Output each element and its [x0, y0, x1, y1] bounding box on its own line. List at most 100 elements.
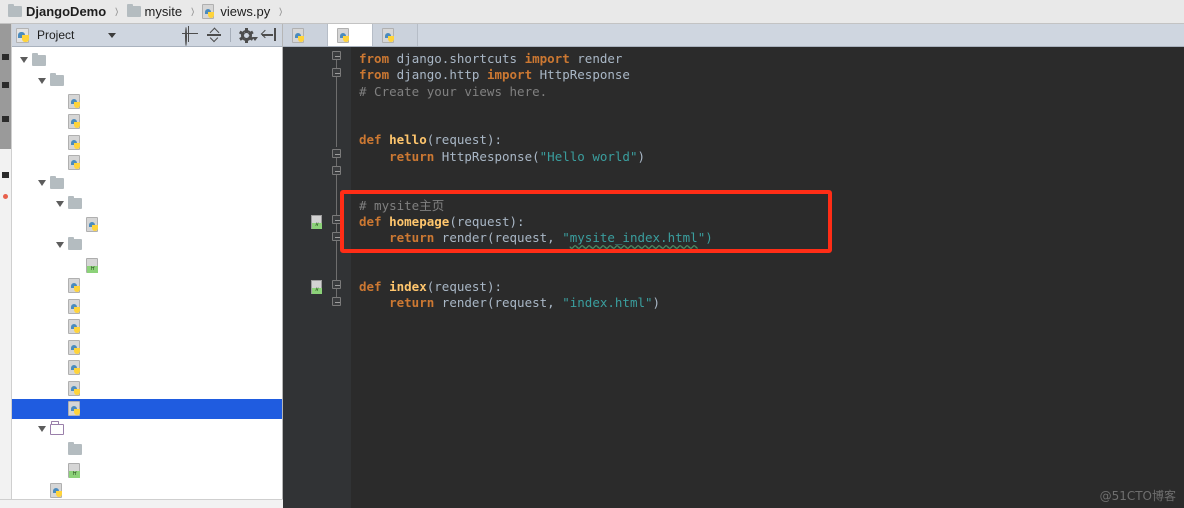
- line-number: [283, 295, 351, 311]
- code-token: django.http: [396, 67, 487, 83]
- code-line[interactable]: [351, 100, 1184, 116]
- editor-tab-urls-py[interactable]: [373, 24, 418, 46]
- twisty-expanded-icon[interactable]: [56, 241, 64, 248]
- tree-item-wsgi-py[interactable]: [12, 153, 282, 174]
- code-token: "index.html": [562, 295, 653, 311]
- line-number: [283, 312, 351, 328]
- twisty-expanded-icon[interactable]: [56, 200, 64, 207]
- folder-icon: [68, 237, 82, 251]
- tree-item-apps-py[interactable]: [12, 317, 282, 338]
- tree-item-models-py[interactable]: [12, 337, 282, 358]
- tree-item-djangodemo[interactable]: [12, 50, 282, 71]
- tree-item--init-py[interactable]: [12, 214, 282, 235]
- code-token: return: [389, 230, 442, 246]
- breadcrumb-item-mysite[interactable]: mysite: [126, 0, 182, 23]
- folder-open-icon: [50, 420, 64, 435]
- html-template-gutter-icon[interactable]: H: [311, 214, 324, 229]
- tree-item-urls-py[interactable]: [12, 378, 282, 399]
- tree-item-djangodemo[interactable]: [12, 71, 282, 92]
- code-token: def: [359, 132, 390, 148]
- line-number: [283, 230, 351, 246]
- folder-icon: [32, 52, 46, 66]
- tree-item-mysite[interactable]: [12, 173, 282, 194]
- code-line[interactable]: [351, 165, 1184, 181]
- code-token: from: [359, 51, 397, 66]
- editor-tab-bar: [283, 24, 1184, 47]
- tree-item-admin-py[interactable]: [12, 296, 282, 317]
- line-number: [283, 198, 351, 214]
- tree-item-tests-py[interactable]: [12, 358, 282, 379]
- tree-item-urls-py[interactable]: [12, 132, 282, 153]
- editor-gutter[interactable]: HH: [283, 47, 351, 508]
- code-line[interactable]: def hello(request):: [351, 132, 1184, 148]
- project-icon: [16, 27, 31, 43]
- tree-item-mysite-index-html[interactable]: H: [12, 255, 282, 276]
- strip-marker: [2, 54, 9, 60]
- tab-bar-filler: [418, 24, 1184, 46]
- line-number: [283, 149, 351, 165]
- tree-item-settings-py[interactable]: [12, 112, 282, 133]
- bottom-tool-strip[interactable]: [0, 499, 283, 508]
- collapse-all-icon[interactable]: [207, 28, 221, 43]
- line-number: [283, 116, 351, 132]
- line-number: [283, 132, 351, 148]
- code-line[interactable]: def homepage(request):: [351, 214, 1184, 230]
- project-tree[interactable]: HH: [12, 47, 282, 508]
- breadcrumb-label: DjangoDemo: [26, 4, 107, 19]
- tree-item-templates[interactable]: [12, 235, 282, 256]
- line-number: [283, 165, 351, 181]
- python-file-icon: [68, 360, 82, 376]
- breadcrumb-item-djangodemo[interactable]: DjangoDemo: [8, 0, 106, 23]
- strip-marker: [2, 116, 9, 122]
- editor-tab-settings-py[interactable]: [283, 24, 328, 46]
- code-line[interactable]: [351, 181, 1184, 197]
- code-line[interactable]: # mysite主页: [351, 198, 1184, 214]
- code-token: return: [389, 148, 442, 164]
- code-line[interactable]: def index(request):: [351, 279, 1184, 295]
- code-token: render: [577, 51, 623, 66]
- python-file-icon: [68, 319, 82, 335]
- python-file-icon: [68, 93, 82, 109]
- tree-item-mysitetemplates[interactable]: [12, 440, 282, 461]
- code-editor[interactable]: HH from django.shortcuts import render fr…: [283, 47, 1184, 508]
- toolbar-divider: [230, 28, 231, 42]
- html-template-gutter-icon[interactable]: H: [311, 280, 324, 295]
- code-text[interactable]: from django.shortcuts import render from …: [351, 47, 1184, 508]
- left-tool-window-strip[interactable]: [0, 24, 12, 508]
- python-file-icon: [68, 298, 82, 314]
- python-file-icon: [68, 380, 82, 396]
- line-number: H: [283, 214, 351, 230]
- code-token: # mysite主页: [359, 197, 445, 213]
- code-line[interactable]: [351, 263, 1184, 279]
- python-file-icon: [68, 134, 82, 150]
- twisty-expanded-icon[interactable]: [20, 57, 28, 64]
- tree-item--init-py[interactable]: [12, 276, 282, 297]
- code-line[interactable]: [351, 247, 1184, 263]
- tree-item-migrations[interactable]: [12, 194, 282, 215]
- twisty-expanded-icon[interactable]: [38, 77, 46, 84]
- hide-panel-icon[interactable]: [260, 28, 276, 42]
- code-line[interactable]: from django.shortcuts import render: [351, 51, 1184, 67]
- locate-file-icon[interactable]: [184, 27, 198, 46]
- breadcrumb-item-views-py[interactable]: views.py: [202, 0, 270, 23]
- twisty-expanded-icon[interactable]: [38, 426, 46, 433]
- editor-tab-views-py[interactable]: [328, 24, 373, 46]
- tree-item--init-py[interactable]: [12, 91, 282, 112]
- code-line[interactable]: return HttpResponse("Hello world"): [351, 149, 1184, 165]
- code-line[interactable]: # Create your views here.: [351, 84, 1184, 100]
- python-file-icon: [382, 27, 396, 43]
- code-line[interactable]: from django.http import HttpResponse: [351, 67, 1184, 83]
- code-line[interactable]: return render(request, "index.html"): [351, 295, 1184, 311]
- tree-item-manage-py[interactable]: [12, 481, 282, 502]
- code-line[interactable]: [351, 312, 1184, 328]
- twisty-expanded-icon[interactable]: [38, 180, 46, 187]
- tree-item-views-py[interactable]: [12, 398, 282, 419]
- code-line[interactable]: return render(request, "mysite_index.htm…: [351, 230, 1184, 246]
- gear-icon[interactable]: [239, 27, 258, 43]
- tree-item-index-html[interactable]: H: [12, 460, 282, 481]
- code-line[interactable]: [351, 116, 1184, 132]
- tree-item-templates[interactable]: [12, 419, 282, 440]
- chevron-down-icon[interactable]: [108, 32, 117, 38]
